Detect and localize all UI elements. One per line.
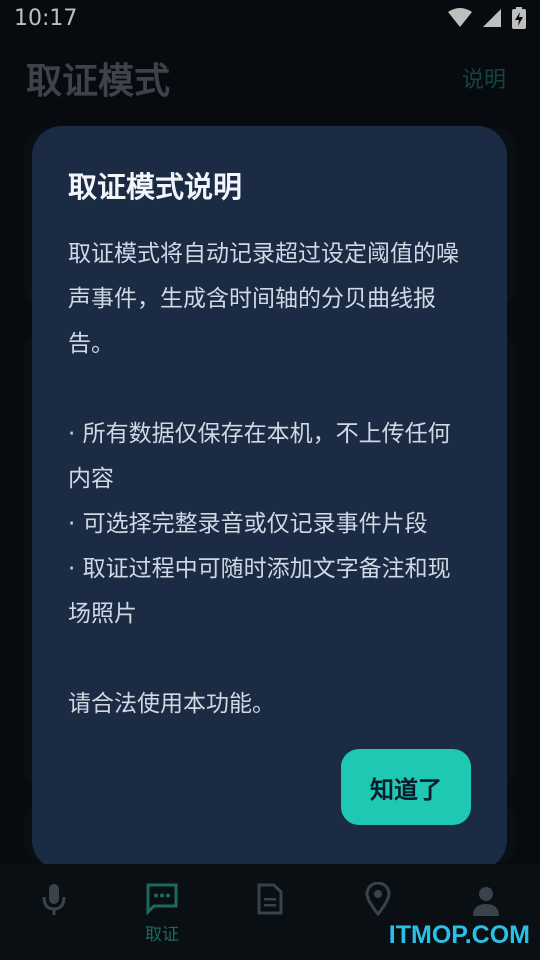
dialog-paragraph: 请合法使用本功能。 bbox=[68, 691, 275, 717]
dialog-bullet: · 所有数据仅保存在本机，不上传任何内容 bbox=[68, 421, 451, 492]
nav-item-reports[interactable] bbox=[216, 864, 324, 960]
ok-button[interactable]: 知道了 bbox=[341, 749, 471, 825]
location-pin-icon bbox=[365, 876, 391, 916]
dialog-title: 取证模式说明 bbox=[68, 170, 243, 204]
dialog-bullet: · 取证过程中可随时添加文字备注和现场照片 bbox=[68, 556, 451, 627]
nav-item-record[interactable] bbox=[0, 864, 108, 960]
dialog-bullet: · 可选择完整录音或仅记录事件片段 bbox=[68, 511, 428, 537]
watermark-text: ITMOP.COM bbox=[388, 921, 530, 949]
info-dialog: 取证模式说明 取证模式将自动记录超过设定阈值的噪声事件，生成含时间轴的分贝曲线报… bbox=[32, 126, 507, 870]
chat-icon bbox=[145, 876, 179, 916]
dialog-paragraph: 取证模式将自动记录超过设定阈值的噪声事件，生成含时间轴的分贝曲线报告。 bbox=[68, 241, 459, 357]
dialog-body: 取证模式将自动记录超过设定阈值的噪声事件，生成含时间轴的分贝曲线报告。 · 所有… bbox=[68, 232, 471, 727]
nav-item-forensic[interactable]: 取证 bbox=[108, 864, 216, 960]
person-icon bbox=[472, 876, 500, 916]
document-icon bbox=[256, 876, 284, 916]
nav-label-forensic: 取证 bbox=[145, 925, 179, 945]
microphone-icon bbox=[41, 876, 67, 916]
